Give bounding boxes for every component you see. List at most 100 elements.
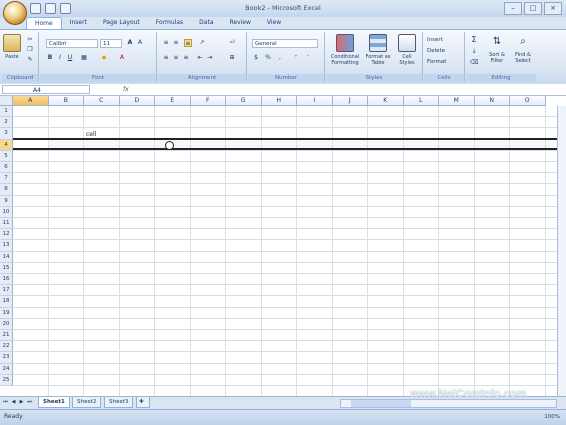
- row-header-18[interactable]: 18: [0, 296, 13, 308]
- column-header-d[interactable]: D: [119, 96, 155, 106]
- row-header-6[interactable]: 6: [0, 162, 13, 174]
- currency-button[interactable]: $: [252, 54, 260, 62]
- tab-data[interactable]: Data: [191, 17, 221, 29]
- active-cell[interactable]: [14, 140, 48, 148]
- last-sheet-icon[interactable]: ⏭: [26, 399, 33, 406]
- align-right-icon[interactable]: ≡: [182, 54, 190, 62]
- next-sheet-icon[interactable]: ▶: [18, 399, 25, 406]
- office-button[interactable]: [3, 1, 27, 25]
- cut-icon[interactable]: ✂: [26, 36, 34, 44]
- close-button[interactable]: ×: [544, 2, 562, 15]
- column-header-c[interactable]: C: [84, 96, 120, 106]
- row-header-16[interactable]: 16: [0, 274, 13, 286]
- column-header-m[interactable]: M: [439, 96, 475, 106]
- format-painter-icon[interactable]: ✎: [26, 56, 34, 64]
- column-header-j[interactable]: J: [332, 96, 368, 106]
- borders-icon[interactable]: ▦: [80, 54, 88, 62]
- tab-home[interactable]: Home: [26, 17, 62, 29]
- select-all-corner[interactable]: [0, 96, 13, 106]
- sort-filter-button[interactable]: ⇅ Sort & Filter: [484, 34, 510, 64]
- column-header-n[interactable]: N: [474, 96, 510, 106]
- row-header-14[interactable]: 14: [0, 251, 13, 263]
- row-header-3[interactable]: 3: [0, 128, 13, 140]
- clear-icon[interactable]: ⌫: [470, 59, 478, 67]
- column-header-h[interactable]: H: [261, 96, 297, 106]
- row-header-2[interactable]: 2: [0, 117, 13, 129]
- row-header-15[interactable]: 15: [0, 262, 13, 274]
- format-cells-button[interactable]: Format: [427, 59, 446, 65]
- increase-decimal-icon[interactable]: ⁺: [292, 54, 300, 62]
- underline-button[interactable]: U: [66, 54, 74, 62]
- row-header-19[interactable]: 19: [0, 307, 13, 319]
- horizontal-scrollbar[interactable]: [340, 399, 557, 408]
- align-top-icon[interactable]: ≡: [162, 39, 170, 47]
- row-header-21[interactable]: 21: [0, 330, 13, 342]
- fill-icon[interactable]: ↓: [470, 48, 478, 56]
- align-left-icon[interactable]: ≡: [162, 54, 170, 62]
- sheet-tab-sheet2[interactable]: Sheet2: [72, 397, 102, 408]
- wrap-text-icon[interactable]: ⏎: [228, 39, 236, 47]
- format-as-table-button[interactable]: Format as Table: [364, 34, 392, 66]
- minimize-button[interactable]: –: [504, 2, 522, 15]
- column-header-g[interactable]: G: [226, 96, 262, 106]
- row-header-5[interactable]: 5: [0, 150, 13, 162]
- font-name-select[interactable]: Calibri: [46, 39, 98, 48]
- prev-sheet-icon[interactable]: ◀: [10, 399, 17, 406]
- copy-icon[interactable]: ❐: [26, 46, 34, 54]
- column-header-l[interactable]: L: [403, 96, 439, 106]
- decrease-decimal-icon[interactable]: ⁻: [304, 54, 312, 62]
- worksheet-grid[interactable]: ABCDEFGHIJKLMNO 1 2 3 4 5 6 7 8 9 10 11 12 13 14 15 16 1…: [0, 96, 566, 396]
- row-header-24[interactable]: 24: [0, 363, 13, 375]
- row-header-10[interactable]: 10: [0, 206, 13, 218]
- row-header-7[interactable]: 7: [0, 173, 13, 185]
- first-sheet-icon[interactable]: ⏮: [2, 399, 9, 406]
- delete-cells-button[interactable]: Delete: [427, 48, 445, 54]
- paste-button[interactable]: Paste: [2, 34, 22, 60]
- font-color-icon[interactable]: A: [118, 54, 126, 62]
- cell-c3[interactable]: cell: [86, 131, 96, 138]
- fill-color-icon[interactable]: ◆: [100, 54, 108, 62]
- italic-button[interactable]: I: [56, 54, 64, 62]
- find-select-button[interactable]: ⌕ Find & Select: [510, 34, 536, 64]
- row-header-4[interactable]: 4: [0, 139, 13, 151]
- shrink-font-icon[interactable]: A: [136, 39, 144, 47]
- row-header-1[interactable]: 1: [0, 106, 13, 118]
- insert-sheet-icon[interactable]: ✚: [136, 397, 150, 408]
- tab-formulas[interactable]: Formulas: [148, 17, 191, 29]
- zoom-level[interactable]: 100%: [544, 414, 560, 420]
- autosum-icon[interactable]: Σ: [470, 36, 478, 44]
- row-header-9[interactable]: 9: [0, 195, 13, 207]
- sheet-tab-sheet3[interactable]: Sheet3: [104, 397, 134, 408]
- row-header-25[interactable]: 25: [0, 374, 13, 386]
- tab-page-layout[interactable]: Page Layout: [95, 17, 148, 29]
- row-header-11[interactable]: 11: [0, 218, 13, 230]
- grow-font-icon[interactable]: A: [126, 39, 134, 47]
- tab-view[interactable]: View: [259, 17, 289, 29]
- column-header-e[interactable]: E: [155, 96, 191, 106]
- increase-indent-icon[interactable]: ⇥: [206, 54, 214, 62]
- vertical-scrollbar[interactable]: [557, 106, 566, 396]
- horizontal-scroll-thumb[interactable]: [351, 400, 411, 407]
- align-bottom-icon[interactable]: ≡: [184, 39, 192, 47]
- row-header-17[interactable]: 17: [0, 285, 13, 297]
- sheet-tab-sheet1[interactable]: Sheet1: [38, 397, 70, 408]
- align-middle-icon[interactable]: ≡: [172, 39, 180, 47]
- bold-button[interactable]: B: [46, 54, 54, 62]
- fx-icon[interactable]: fx: [123, 85, 129, 94]
- decrease-indent-icon[interactable]: ⇤: [196, 54, 204, 62]
- align-center-icon[interactable]: ≡: [172, 54, 180, 62]
- column-header-f[interactable]: F: [190, 96, 226, 106]
- font-size-select[interactable]: 11: [100, 39, 122, 48]
- percent-button[interactable]: %: [264, 54, 272, 62]
- row-header-20[interactable]: 20: [0, 318, 13, 330]
- tab-insert[interactable]: Insert: [62, 17, 95, 29]
- maximize-button[interactable]: □: [524, 2, 542, 15]
- merge-center-icon[interactable]: ⊞: [228, 54, 236, 62]
- column-header-a[interactable]: A: [13, 96, 49, 106]
- conditional-formatting-button[interactable]: Conditional Formatting: [328, 34, 362, 66]
- comma-style-icon[interactable]: ,: [276, 54, 284, 62]
- row-header-13[interactable]: 13: [0, 240, 13, 252]
- orientation-icon[interactable]: ↗: [198, 39, 206, 47]
- row-header-22[interactable]: 22: [0, 341, 13, 353]
- number-format-select[interactable]: General: [252, 39, 318, 48]
